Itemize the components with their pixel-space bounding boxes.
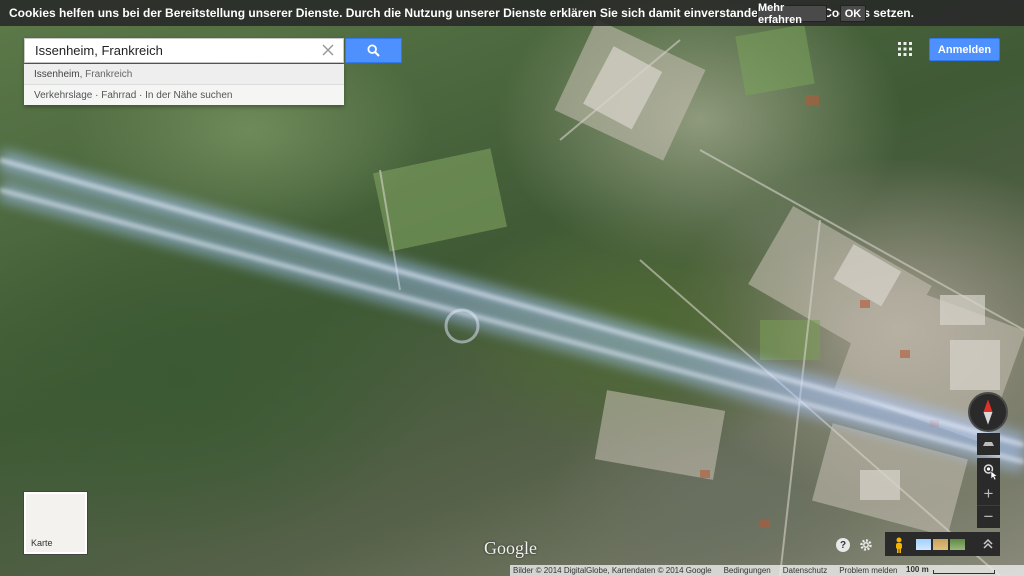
imagery-thumbnail[interactable] xyxy=(950,539,965,550)
my-location-icon xyxy=(983,464,998,481)
clear-icon[interactable] xyxy=(321,43,335,57)
privacy-link[interactable]: Datenschutz xyxy=(783,566,827,575)
search-suggestions: Issenheim, Frankreich Verkehrslage · Fah… xyxy=(24,64,344,105)
imagery-thumbnail[interactable] xyxy=(933,539,948,550)
search-input[interactable]: Issenheim, Frankreich xyxy=(24,38,344,63)
suggestion-rest: , Frankreich xyxy=(79,68,133,80)
learn-more-button[interactable]: Mehr erfahren xyxy=(757,2,827,26)
scale-bar xyxy=(933,570,995,574)
my-location-button[interactable] xyxy=(977,458,1000,482)
settings-icon[interactable] xyxy=(859,538,873,552)
compass-icon[interactable] xyxy=(968,392,1008,432)
scale-label: 100 m xyxy=(906,565,929,574)
apps-grid-icon[interactable] xyxy=(898,42,912,56)
suggestion-bold: Issenheim xyxy=(34,68,80,80)
google-logo: Google xyxy=(484,538,537,558)
zoom-in-button[interactable]: + xyxy=(977,482,1000,505)
cookie-ok-button[interactable]: OK xyxy=(840,5,866,22)
search-button[interactable] xyxy=(345,38,402,63)
suggestion-item[interactable]: Issenheim, Frankreich xyxy=(24,64,344,85)
search-icon xyxy=(367,44,380,57)
help-icon[interactable]: ? xyxy=(836,538,850,552)
map-type-label: Karte xyxy=(31,538,53,548)
map-type-switcher[interactable]: Karte xyxy=(24,492,87,554)
cookie-notice-bar: Cookies helfen uns bei der Bereitstellun… xyxy=(0,0,1024,26)
suggestion-actions[interactable]: Verkehrslage · Fahrrad · In der Nähe suc… xyxy=(24,85,344,105)
terms-link[interactable]: Bedingungen xyxy=(724,566,771,575)
sign-in-button[interactable]: Anmelden xyxy=(929,38,1000,61)
zoom-out-button[interactable]: − xyxy=(977,505,1000,528)
pegman-icon[interactable] xyxy=(894,537,904,553)
search-input-value: Issenheim, Frankreich xyxy=(35,43,163,58)
tilt-icon xyxy=(983,442,994,446)
map-footer: Bilder © 2014 DigitalGlobe, Kartendaten … xyxy=(510,565,1024,576)
imagery-thumbnail[interactable] xyxy=(916,539,931,550)
report-problem-link[interactable]: Problem melden xyxy=(839,566,897,575)
tilt-button[interactable] xyxy=(977,433,1000,455)
imagery-credit: Bilder © 2014 DigitalGlobe, Kartendaten … xyxy=(513,566,712,575)
expand-icon[interactable] xyxy=(982,538,994,550)
zoom-controls: + − xyxy=(977,482,1000,528)
